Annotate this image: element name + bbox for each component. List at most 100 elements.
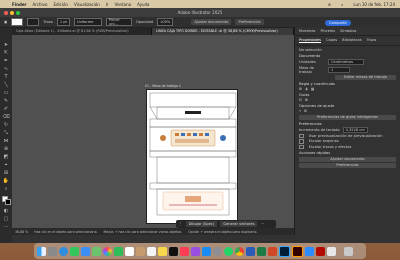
draw-mode-icon[interactable]: ◐ <box>2 208 10 214</box>
search-icon[interactable]: ⌕ <box>341 2 343 7</box>
doc-setup-button[interactable]: Ajustar documento <box>191 19 232 25</box>
stroke-swatch[interactable] <box>27 18 40 26</box>
snap-grid-icon[interactable]: ⊞ <box>304 109 307 113</box>
units-select[interactable]: Centímetros <box>328 58 364 65</box>
tab-caja-atipo[interactable]: Caja Atipo (Editable 1) - Editable.ai @ … <box>12 28 153 35</box>
canvas-area[interactable]: 01 - Mesa de trabajo 1 <box>12 35 294 228</box>
keyboard-increment-field[interactable]: 0,3528 cm <box>342 126 368 133</box>
more-options-icon[interactable]: ⋯ <box>260 222 264 226</box>
tab-trazo[interactable]: Trazo <box>367 38 376 43</box>
acrobat-icon[interactable] <box>316 246 325 256</box>
mail-icon[interactable] <box>81 246 90 256</box>
powerpoint-icon[interactable] <box>268 246 277 256</box>
box-dieline-artwork[interactable] <box>147 90 239 225</box>
quick-preferences-button[interactable]: Preferencias <box>299 163 396 169</box>
facetime-icon[interactable] <box>114 246 123 256</box>
more-tools-icon[interactable]: ⋯ <box>2 224 10 230</box>
grid-icon[interactable]: ⋕ <box>305 87 308 91</box>
settings-icon[interactable] <box>213 246 222 256</box>
music-icon[interactable] <box>180 246 189 256</box>
menu-visualizacion[interactable]: Visualización <box>74 2 100 7</box>
reminders-icon[interactable] <box>147 246 156 256</box>
photos-icon[interactable] <box>103 246 112 256</box>
eyedropper-tool-icon[interactable]: ⌖ <box>2 162 10 168</box>
type-tool-icon[interactable]: T <box>2 74 10 80</box>
photoshop-icon[interactable] <box>279 245 290 257</box>
tab-muestras[interactable]: Muestras <box>299 29 315 33</box>
brush-dropdown[interactable]: Pincel uni... <box>105 18 132 26</box>
width-tool-icon[interactable]: ⋈ <box>2 138 10 144</box>
tab-pinceles[interactable]: Pinceles <box>320 29 335 33</box>
tv-icon[interactable] <box>169 246 178 256</box>
curvature-tool-icon[interactable]: ∿ <box>2 66 10 72</box>
lock-guides-icon[interactable]: ⊠ <box>305 98 308 102</box>
snap-point-icon[interactable]: ⌖ <box>299 109 301 113</box>
opacity-field[interactable]: 100% <box>157 18 174 26</box>
stroke-color-swatch[interactable] <box>5 199 11 205</box>
zoom-level[interactable]: 38,88 % <box>15 230 28 234</box>
gradient-tool-icon[interactable]: ◩ <box>2 154 10 160</box>
eraser-tool-icon[interactable]: ⌫ <box>2 114 10 120</box>
menu-ayuda[interactable]: Ayuda <box>137 2 149 7</box>
checkbox-2[interactable] <box>299 139 304 144</box>
checkbox-3[interactable] <box>299 144 304 150</box>
rectangle-tool-icon[interactable]: ▭ <box>2 90 10 96</box>
preview-icon[interactable] <box>327 246 336 256</box>
illustrator-icon[interactable] <box>292 245 303 257</box>
fill-swatch[interactable] <box>11 18 24 26</box>
move-handle-icon[interactable]: ⋮ <box>179 222 183 226</box>
menu-ir[interactable]: Ir <box>106 2 109 7</box>
shaper-tool-icon[interactable]: ✐ <box>2 106 10 112</box>
menu-edicion[interactable]: Edición <box>53 2 67 7</box>
hand-tool-icon[interactable]: ✋ <box>2 178 10 184</box>
whatsapp-icon[interactable] <box>224 246 233 256</box>
menu-ventana[interactable]: Ventana <box>115 2 131 7</box>
screen-mode-icon[interactable]: ▢ <box>2 216 10 222</box>
menubar-clock[interactable]: Lun 10 de feb. 17:24 <box>353 2 395 7</box>
tab-linea-caja[interactable]: LINEA CAJA TIPO DOBBO - EDITABLE .ai @ 3… <box>152 28 294 35</box>
pen-tool-icon[interactable]: ✒ <box>2 58 10 64</box>
smart-guides-prefs-button[interactable]: Preferencias de guías inteligentes <box>299 114 396 120</box>
messages-icon[interactable] <box>70 246 79 256</box>
word-icon[interactable] <box>246 246 255 256</box>
podcasts-icon[interactable] <box>191 246 200 256</box>
paintbrush-tool-icon[interactable]: ✎ <box>2 98 10 104</box>
calendar-icon[interactable] <box>125 246 134 256</box>
trash-icon[interactable] <box>344 246 353 256</box>
scale-tool-icon[interactable]: ⤡ <box>2 130 10 136</box>
pixel-grid-icon[interactable]: ▦ <box>311 87 314 91</box>
selection-tool-icon[interactable]: ➤ <box>2 42 10 48</box>
direct-selection-tool-icon[interactable]: ⇱ <box>2 50 10 56</box>
notes-icon[interactable] <box>158 246 167 256</box>
safari-icon[interactable] <box>59 246 68 256</box>
menu-archivo[interactable]: Archivo <box>33 2 48 7</box>
selection-icon[interactable]: ▣ <box>4 20 7 24</box>
artboard-tool-icon[interactable]: ⊞ <box>2 170 10 176</box>
chrome-icon[interactable] <box>235 246 244 256</box>
preferences-button[interactable]: Preferencias <box>235 19 264 25</box>
stroke-weight-field[interactable]: 1 pt <box>56 18 70 26</box>
menu-finder[interactable]: Finder <box>12 2 27 7</box>
zoom-app-icon[interactable] <box>305 246 314 256</box>
appstore-icon[interactable] <box>202 246 211 256</box>
zoom-window-button[interactable] <box>16 10 20 15</box>
checkbox-1[interactable] <box>299 133 304 139</box>
contacts-icon[interactable] <box>136 246 145 256</box>
generate-vectors-button[interactable]: Generar vectores <box>220 221 258 227</box>
uniform-dropdown[interactable]: Uniforme <box>73 18 102 26</box>
close-window-button[interactable] <box>4 10 8 15</box>
shape-builder-tool-icon[interactable]: ⊕ <box>2 146 10 152</box>
tab-propiedades[interactable]: Propiedades <box>299 38 322 43</box>
finder-icon[interactable] <box>37 246 46 256</box>
maps-icon[interactable] <box>92 246 101 256</box>
ruler-icon[interactable]: ⊞ <box>299 87 302 91</box>
show-guides-icon[interactable]: ⊟ <box>299 98 302 102</box>
artboard-select[interactable]: 1 <box>328 66 350 73</box>
tab-bibliotecas[interactable]: Bibliotecas <box>342 38 362 43</box>
share-button[interactable]: Compartir <box>325 20 351 26</box>
excel-icon[interactable] <box>257 246 266 256</box>
line-tool-icon[interactable]: ╲ <box>2 82 10 88</box>
rotate-tool-icon[interactable]: ↻ <box>2 122 10 128</box>
launchpad-icon[interactable] <box>48 246 57 256</box>
wifi-icon[interactable]: ≋ <box>328 2 331 7</box>
